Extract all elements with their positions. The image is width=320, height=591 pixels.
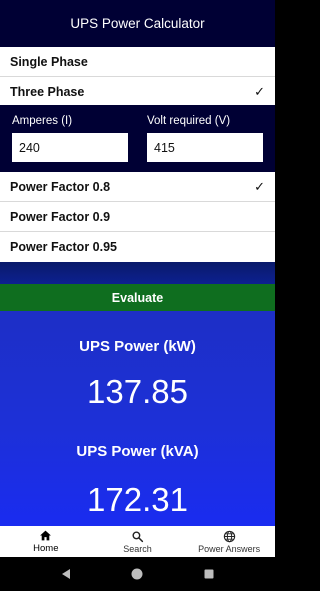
nav-label: Power Answers: [198, 543, 261, 554]
option-power-factor-0-8[interactable]: Power Factor 0.8 ✓: [0, 172, 275, 202]
search-icon: [132, 530, 144, 542]
volts-label: Volt required (V): [147, 115, 231, 127]
nav-search[interactable]: Search: [92, 526, 184, 557]
app-title-bar: UPS Power Calculator: [0, 0, 275, 47]
inputs-panel: Amperes (I) 240 Volt required (V) 415: [0, 105, 275, 174]
option-single-phase[interactable]: Single Phase: [0, 47, 275, 77]
amperes-label: Amperes (I): [12, 115, 73, 127]
nav-label: Search: [123, 543, 152, 554]
kva-result-value: 172.31: [87, 481, 188, 518]
option-label: Power Factor 0.8: [10, 180, 111, 194]
bottom-navigation: Home Search Power Answers: [0, 526, 275, 557]
option-label: Power Factor 0.95: [10, 240, 117, 254]
option-label: Power Factor 0.9: [10, 210, 111, 224]
nav-power-answers[interactable]: Power Answers: [183, 526, 275, 557]
checkmark-icon: ✓: [254, 179, 265, 194]
evaluate-label: Evaluate: [111, 290, 164, 305]
kw-result-title: UPS Power (kW): [79, 338, 196, 355]
option-power-factor-0-95[interactable]: Power Factor 0.95: [0, 232, 275, 262]
app-title: UPS Power Calculator: [70, 16, 205, 31]
app-screen: UPS Power Calculator Single Phase Three …: [0, 0, 275, 557]
system-navigation-bar: [0, 557, 275, 591]
recents-icon[interactable]: [204, 569, 214, 579]
option-label: Three Phase: [10, 85, 85, 99]
results-panel: UPS Power (kW) 137.85 UPS Power (kVA) 17…: [0, 311, 275, 526]
option-three-phase[interactable]: Three Phase ✓: [0, 77, 275, 107]
evaluate-button[interactable]: Evaluate: [0, 284, 275, 311]
checkmark-icon: ✓: [254, 84, 265, 99]
option-power-factor-0-9[interactable]: Power Factor 0.9: [0, 202, 275, 232]
option-label: Single Phase: [10, 55, 88, 69]
volts-input[interactable]: 415: [147, 133, 263, 162]
home-circle-icon[interactable]: [131, 568, 143, 580]
kw-result-value: 137.85: [87, 373, 188, 410]
kva-result-title: UPS Power (kVA): [76, 443, 199, 460]
amperes-input[interactable]: 240: [12, 133, 128, 162]
back-icon[interactable]: [60, 568, 72, 580]
globe-icon: [223, 530, 235, 542]
home-icon: [40, 530, 52, 541]
nav-home[interactable]: Home: [0, 526, 92, 557]
nav-label: Home: [33, 543, 59, 554]
spacer-band: [0, 262, 275, 284]
